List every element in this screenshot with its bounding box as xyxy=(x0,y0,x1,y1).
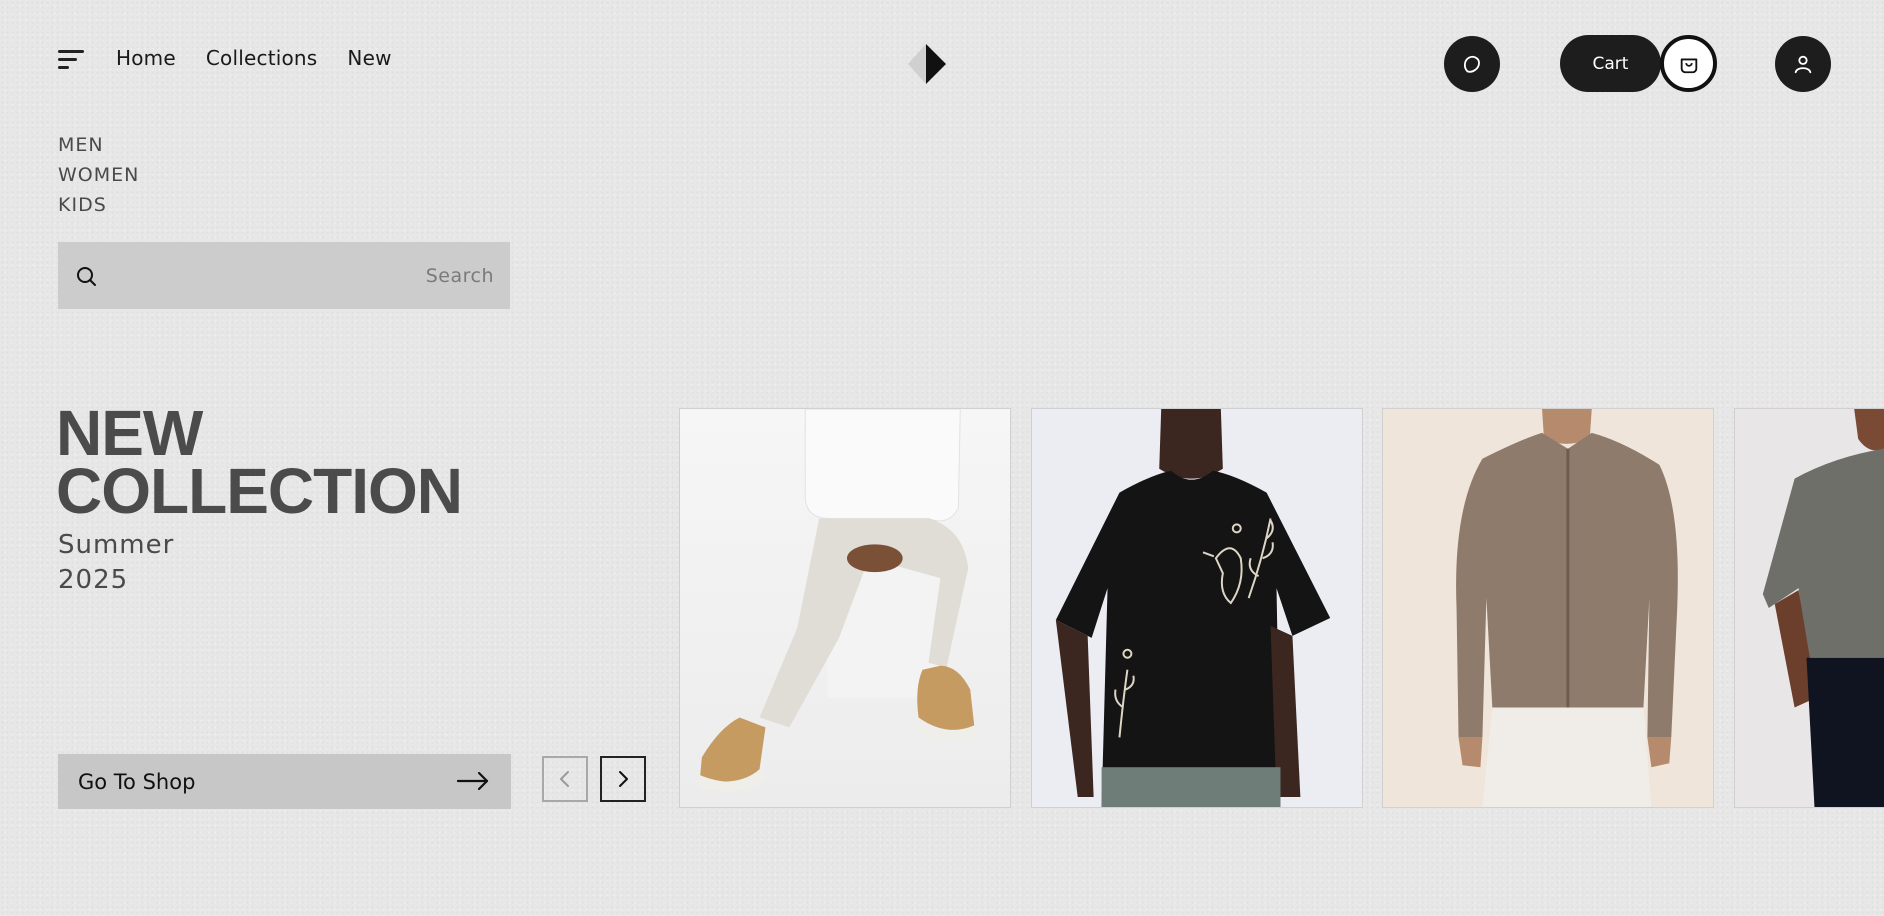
product-card[interactable] xyxy=(679,408,1011,808)
hero-subtitle: Summer 2025 xyxy=(58,528,174,598)
chevron-left-icon xyxy=(560,771,569,787)
hero-title: NEW COLLECTION xyxy=(56,397,463,527)
carousel-prev-button[interactable] xyxy=(542,756,588,802)
menu-icon[interactable] xyxy=(58,48,86,72)
product-card[interactable] xyxy=(1734,408,1884,808)
heart-icon xyxy=(1463,55,1480,73)
category-men[interactable]: MEN xyxy=(58,134,139,157)
nav-link-new[interactable]: New xyxy=(347,46,391,70)
cart-label: Cart xyxy=(1592,53,1629,74)
product-card[interactable] xyxy=(1382,408,1714,808)
hero-subtitle-year: 2025 xyxy=(58,565,129,595)
go-to-shop-label: Go To Shop xyxy=(78,769,196,794)
product-image-embroidered-tshirt xyxy=(1032,409,1362,807)
category-women[interactable]: WOMEN xyxy=(58,164,139,187)
product-card[interactable] xyxy=(1031,408,1363,808)
search-input[interactable] xyxy=(118,242,494,309)
carousel-next-button[interactable] xyxy=(600,756,646,802)
bag-icon xyxy=(1680,58,1697,73)
chevron-right-icon xyxy=(619,771,628,787)
brand-logo[interactable] xyxy=(906,42,948,86)
hero-title-line2: COLLECTION xyxy=(56,455,463,527)
cart-bag-button[interactable] xyxy=(1660,35,1717,92)
arrow-right-icon xyxy=(456,771,489,791)
profile-button[interactable] xyxy=(1775,36,1831,92)
go-to-shop-button[interactable]: Go To Shop xyxy=(58,754,511,809)
nav-link-collections[interactable]: Collections xyxy=(206,46,318,70)
hero-title-line1: NEW xyxy=(56,397,203,469)
cart-button[interactable]: Cart xyxy=(1560,35,1661,92)
user-icon xyxy=(1794,55,1812,74)
product-image-knit-cardigan xyxy=(1383,409,1713,807)
hero-subtitle-season: Summer xyxy=(58,530,175,560)
category-kids[interactable]: KIDS xyxy=(58,194,139,217)
search-icon xyxy=(77,267,96,286)
nav-link-home[interactable]: Home xyxy=(116,46,176,70)
wishlist-button[interactable] xyxy=(1444,36,1500,92)
category-list: MEN WOMEN KIDS xyxy=(58,134,139,217)
product-image-grey-tshirt xyxy=(1735,409,1884,807)
main-nav: Home Collections New xyxy=(116,46,392,70)
product-image-trousers-sneakers xyxy=(680,409,1010,807)
search-box[interactable] xyxy=(58,242,510,309)
